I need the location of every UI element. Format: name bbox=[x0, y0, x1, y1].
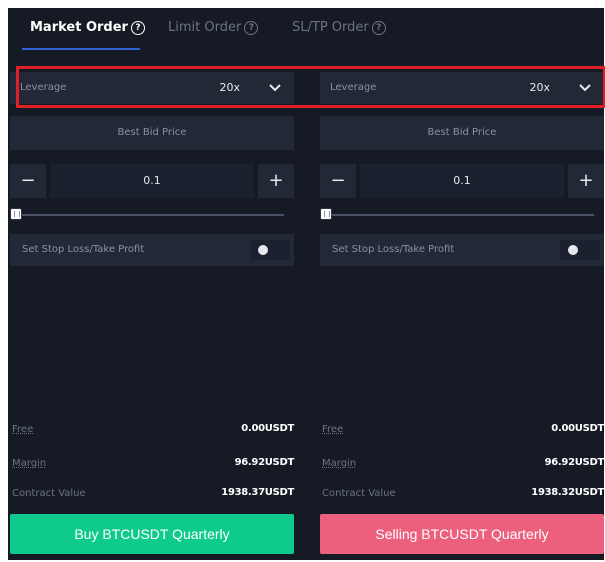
leverage-value: 20x bbox=[529, 81, 550, 94]
margin-label[interactable]: Margin bbox=[12, 458, 46, 469]
free-row: Free 0.00USDT bbox=[320, 422, 604, 438]
slider-track[interactable] bbox=[326, 214, 594, 216]
order-panel: Market Order? Limit Order? SL/TP Order? … bbox=[8, 8, 605, 560]
contract-value-label: Contract Value bbox=[322, 488, 396, 499]
margin-row: Margin 96.92USDT bbox=[10, 456, 294, 472]
leverage-label: Leverage bbox=[330, 82, 377, 93]
best-bid-label: Best Bid Price bbox=[117, 127, 187, 138]
leverage-label: Leverage bbox=[20, 82, 67, 93]
free-label[interactable]: Free bbox=[12, 424, 33, 435]
leverage-select[interactable]: Leverage 20x bbox=[320, 72, 604, 104]
quantity-slider[interactable] bbox=[10, 208, 294, 222]
free-row: Free 0.00USDT bbox=[10, 422, 294, 438]
buy-button[interactable]: Buy BTCUSDT Quarterly bbox=[10, 514, 294, 554]
quantity-slider[interactable] bbox=[320, 208, 604, 222]
margin-label[interactable]: Margin bbox=[322, 458, 356, 469]
free-label[interactable]: Free bbox=[322, 424, 343, 435]
decrease-button[interactable]: − bbox=[320, 164, 356, 198]
contract-value-label: Contract Value bbox=[12, 488, 86, 499]
stop-loss-label: Set Stop Loss/Take Profit bbox=[22, 244, 145, 255]
contract-value: 1938.37USDT bbox=[221, 487, 294, 498]
contract-value-row: Contract Value 1938.37USDT bbox=[10, 486, 294, 502]
slider-track[interactable] bbox=[16, 214, 284, 216]
stop-loss-toggle[interactable] bbox=[250, 240, 290, 260]
quantity-input[interactable]: 0.1 bbox=[50, 164, 254, 198]
quantity-stepper: − 0.1 + bbox=[320, 164, 604, 198]
quantity-input[interactable]: 0.1 bbox=[360, 164, 564, 198]
slider-handle[interactable] bbox=[320, 208, 332, 220]
increase-button[interactable]: + bbox=[258, 164, 294, 198]
stop-loss-label: Set Stop Loss/Take Profit bbox=[332, 244, 455, 255]
toggle-knob bbox=[258, 245, 268, 255]
sell-button[interactable]: Selling BTCUSDT Quarterly bbox=[320, 514, 604, 554]
chevron-down-icon[interactable] bbox=[268, 82, 282, 94]
toggle-knob bbox=[568, 245, 578, 255]
stop-loss-row: Set Stop Loss/Take Profit bbox=[10, 234, 294, 266]
buy-column: Leverage 20x Best Bid Price − 0.1 + Set … bbox=[10, 8, 294, 560]
leverage-value: 20x bbox=[219, 81, 240, 94]
best-bid-label: Best Bid Price bbox=[427, 127, 497, 138]
best-bid-price-field[interactable]: Best Bid Price bbox=[320, 116, 604, 150]
contract-value-row: Contract Value 1938.32USDT bbox=[320, 486, 604, 502]
margin-value: 96.92USDT bbox=[544, 457, 605, 468]
best-bid-price-field[interactable]: Best Bid Price bbox=[10, 116, 294, 150]
margin-value: 96.92USDT bbox=[234, 457, 295, 468]
sell-column: Leverage 20x Best Bid Price − 0.1 + Set … bbox=[320, 8, 604, 560]
stop-loss-toggle[interactable] bbox=[560, 240, 600, 260]
free-value: 0.00USDT bbox=[551, 423, 604, 434]
decrease-button[interactable]: − bbox=[10, 164, 46, 198]
leverage-select[interactable]: Leverage 20x bbox=[10, 72, 294, 104]
stop-loss-row: Set Stop Loss/Take Profit bbox=[320, 234, 604, 266]
free-value: 0.00USDT bbox=[241, 423, 294, 434]
chevron-down-icon[interactable] bbox=[578, 82, 592, 94]
slider-handle[interactable] bbox=[10, 208, 22, 220]
contract-value: 1938.32USDT bbox=[531, 487, 604, 498]
quantity-stepper: − 0.1 + bbox=[10, 164, 294, 198]
margin-row: Margin 96.92USDT bbox=[320, 456, 604, 472]
increase-button[interactable]: + bbox=[568, 164, 604, 198]
